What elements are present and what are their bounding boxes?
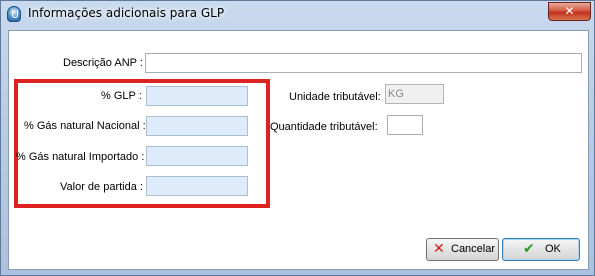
descricao-anp-label: Descrição ANP : <box>63 57 143 69</box>
ok-button-label: OK <box>545 243 561 255</box>
cancel-button-label: Cancelar <box>451 243 496 255</box>
close-icon: ✕ <box>564 4 575 18</box>
glp-label: % GLP : <box>101 90 142 102</box>
glp-input[interactable] <box>146 86 248 106</box>
gas-nacional-input[interactable] <box>146 116 248 136</box>
valor-partida-label: Valor de partida : <box>60 181 143 193</box>
ok-button[interactable]: ✔ OK <box>502 238 580 261</box>
dialog-window: Informações adicionais para GLP ✕ Descri… <box>0 0 595 276</box>
cancel-x-icon: ✕ <box>433 241 445 257</box>
title-bar[interactable]: Informações adicionais para GLP ✕ <box>1 1 595 27</box>
gas-importado-input[interactable] <box>146 146 248 166</box>
gas-importado-label: % Gás natural Importado : <box>16 151 145 163</box>
unidade-tributavel-field: KG <box>385 84 444 104</box>
cancel-button[interactable]: ✕ Cancelar <box>426 238 499 261</box>
quantidade-tributavel-label: Quantidade tributável: <box>270 121 378 133</box>
close-button[interactable]: ✕ <box>548 2 591 21</box>
unidade-tributavel-label: Unidade tributável: <box>289 91 381 103</box>
dialog-content: Descrição ANP : % GLP : % Gás natural Na… <box>8 30 589 270</box>
checkmark-icon: ✔ <box>523 241 535 257</box>
gas-nacional-label: % Gás natural Nacional : <box>24 120 146 132</box>
valor-partida-input[interactable] <box>146 176 248 196</box>
window-title: Informações adicionais para GLP <box>28 6 225 20</box>
quantidade-tributavel-input[interactable] <box>387 115 423 135</box>
app-logo-icon <box>7 6 21 22</box>
descricao-anp-input[interactable] <box>145 53 582 73</box>
